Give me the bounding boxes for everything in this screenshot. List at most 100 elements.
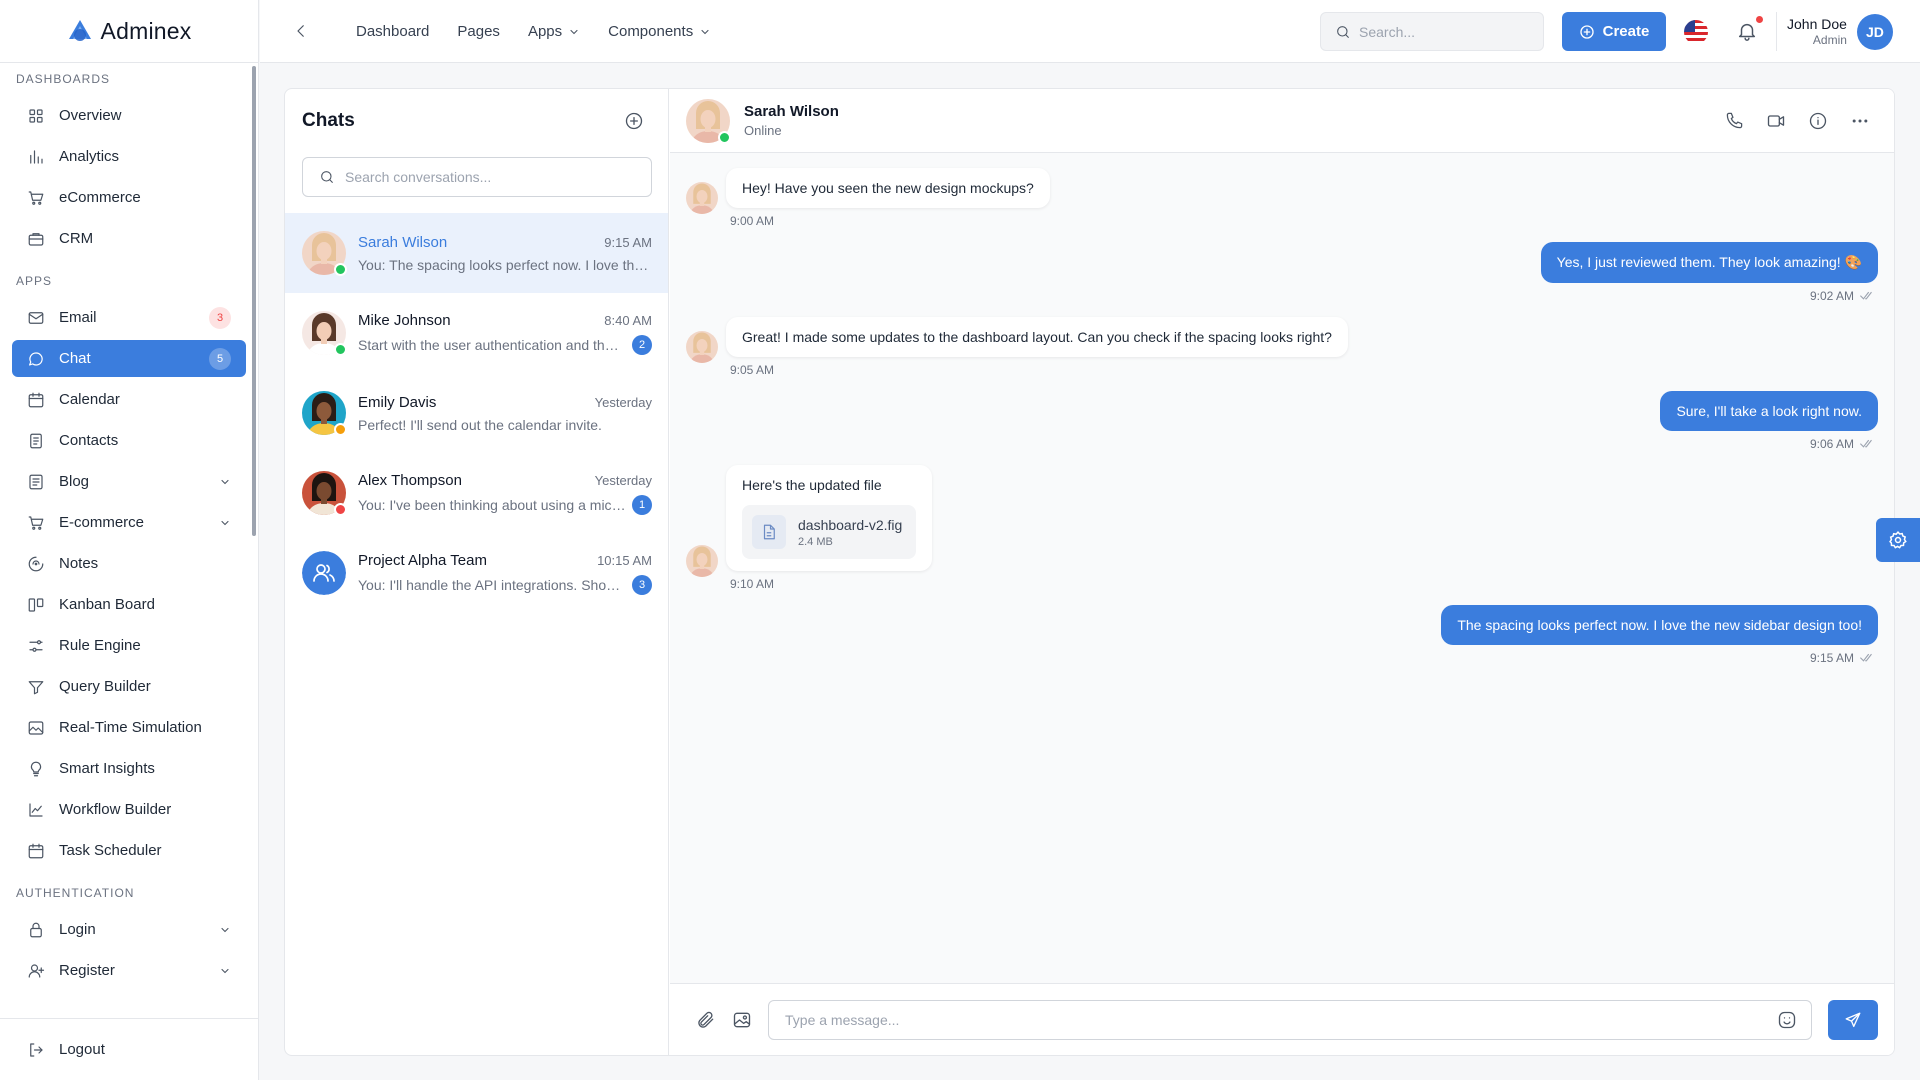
file-attachment[interactable]: dashboard-v2.fig 2.4 MB xyxy=(742,505,917,559)
video-icon[interactable] xyxy=(1766,111,1786,131)
conversation-item[interactable]: Alex Thompson Yesterday You: I've been thi… xyxy=(285,453,668,533)
user-name: John Doe xyxy=(1787,15,1847,32)
sidebar-item-blog[interactable]: Blog xyxy=(12,463,246,500)
paperclip-icon[interactable] xyxy=(696,1010,716,1030)
bell-icon[interactable] xyxy=(1736,20,1758,42)
conversation-item[interactable]: Mike Johnson 8:40 AM Start with the user a… xyxy=(285,293,668,373)
top-nav-pages[interactable]: Pages xyxy=(457,23,500,40)
conversation-time: 10:15 AM xyxy=(597,552,652,568)
conversation-name: Sarah Wilson xyxy=(358,233,448,251)
sidebar-item-smart-insights[interactable]: Smart Insights xyxy=(12,750,246,787)
sidebar-item-query-builder[interactable]: Query Builder xyxy=(12,668,246,705)
sidebar-item-analytics[interactable]: Analytics xyxy=(12,138,246,175)
incoming-message: Hey! Have you seen the new design mockup… xyxy=(686,168,1878,228)
count-badge: 5 xyxy=(209,347,231,370)
sidebar-scrollbar[interactable] xyxy=(252,66,256,536)
chevron-down-icon[interactable] xyxy=(219,924,231,936)
sidebar-item-label: Login xyxy=(59,921,96,938)
conversation-search-input[interactable] xyxy=(345,169,635,185)
message-meta: 9:15 AM xyxy=(1810,651,1878,665)
create-button[interactable]: Create xyxy=(1562,12,1666,51)
message-input[interactable] xyxy=(785,1011,1777,1028)
top-nav-dashboard[interactable]: Dashboard xyxy=(356,23,429,40)
avatar xyxy=(302,391,347,436)
message-thread[interactable]: Hey! Have you seen the new design mockup… xyxy=(670,154,1894,983)
global-search[interactable] xyxy=(1320,12,1544,51)
top-nav-components[interactable]: Components xyxy=(608,23,711,40)
sidebar-item-label: Kanban Board xyxy=(59,596,155,613)
emoji-icon[interactable] xyxy=(1777,1010,1797,1030)
brand[interactable]: Adminex xyxy=(0,0,258,63)
sidebar-item-e-commerce[interactable]: E-commerce xyxy=(12,504,246,541)
contact-status: Online xyxy=(744,123,782,138)
conversation-item[interactable]: Sarah Wilson 9:15 AM You: The spacing look… xyxy=(285,213,668,293)
conversation-actions xyxy=(1725,111,1878,131)
global-search-input[interactable] xyxy=(1359,23,1519,40)
sidebar-item-workflow-builder[interactable]: Workflow Builder xyxy=(12,791,246,828)
settings-button[interactable] xyxy=(1876,518,1920,562)
user-menu[interactable]: John Doe Admin JD xyxy=(1787,12,1893,51)
outgoing-message: Yes, I just reviewed them. They look ama… xyxy=(686,242,1878,303)
conversation-preview: You: I'll handle the API integrations. S… xyxy=(358,576,626,593)
sidebar-item-label: Overview xyxy=(59,107,122,124)
conversation-time: 8:40 AM xyxy=(604,312,652,328)
top-nav-apps[interactable]: Apps xyxy=(528,23,580,40)
conversation-item[interactable]: Emily Davis Yesterday Perfect! I'll send o… xyxy=(285,373,668,453)
sidebar-item-register[interactable]: Register xyxy=(12,952,246,989)
sidebar-item-chat[interactable]: Chat 5 xyxy=(12,340,246,377)
sidebar-item-calendar[interactable]: Calendar xyxy=(12,381,246,418)
sidebar: Adminex Dashboards Overview Analytics eComm… xyxy=(0,0,259,1080)
unread-badge: 3 xyxy=(632,574,652,595)
message-input-box[interactable] xyxy=(768,999,1812,1040)
us-flag-icon[interactable] xyxy=(1684,20,1708,44)
back-chevron-icon[interactable] xyxy=(292,22,310,40)
incoming-message: Great! I made some updates to the dashbo… xyxy=(686,317,1878,377)
conversation-body: Sarah Wilson 9:15 AM You: The spacing look… xyxy=(358,234,652,273)
sidebar-nav[interactable]: Dashboards Overview Analytics eCommerce CRM A… xyxy=(0,63,258,1018)
phone-icon[interactable] xyxy=(1725,111,1744,130)
file-info: dashboard-v2.fig 2.4 MB xyxy=(798,517,902,548)
sidebar-item-crm[interactable]: CRM xyxy=(12,220,246,257)
message-time: 9:06 AM xyxy=(1809,437,1854,451)
chevron-down-icon[interactable] xyxy=(219,517,231,529)
send-button[interactable] xyxy=(1828,999,1878,1040)
file-name: dashboard-v2.fig xyxy=(798,516,903,533)
conversation-header: Sarah Wilson Online xyxy=(670,89,1894,153)
conversation-item[interactable]: Project Alpha Team 10:15 AM You: I'll hand… xyxy=(285,533,668,613)
sidebar-item-rule-engine[interactable]: Rule Engine xyxy=(12,627,246,664)
status-dot xyxy=(718,130,731,144)
contacts-icon xyxy=(27,432,45,450)
message-bubble: Hey! Have you seen the new design mockup… xyxy=(726,168,1050,208)
message-meta: 9:02 AM xyxy=(1810,289,1878,303)
sidebar-item-ecommerce[interactable]: eCommerce xyxy=(12,179,246,216)
message-text: Great! I made some updates to the dashbo… xyxy=(742,329,1332,345)
conversation-search[interactable] xyxy=(302,157,652,197)
chevron-down-icon[interactable] xyxy=(219,965,231,977)
chevron-down-icon xyxy=(699,26,711,38)
conversation-name: Emily Davis xyxy=(358,393,437,411)
info-icon[interactable] xyxy=(1808,111,1828,131)
image-icon[interactable] xyxy=(732,1010,752,1030)
sidebar-item-login[interactable]: Login xyxy=(12,911,246,948)
sidebar-item-task-scheduler[interactable]: Task Scheduler xyxy=(12,832,246,869)
logout-button[interactable]: Logout xyxy=(12,1031,246,1068)
sidebar-item-kanban-board[interactable]: Kanban Board xyxy=(12,586,246,623)
chevron-down-icon[interactable] xyxy=(219,476,231,488)
avatar-image xyxy=(302,551,346,595)
more-dots-icon[interactable] xyxy=(1850,111,1870,131)
conversation-top: Emily Davis Yesterday xyxy=(358,394,652,411)
contact-avatar[interactable] xyxy=(686,98,731,144)
sidebar-item-email[interactable]: Email 3 xyxy=(12,299,246,336)
conversation-list: Sarah Wilson 9:15 AM You: The spacing look… xyxy=(285,213,668,613)
sidebar-item-overview[interactable]: Overview xyxy=(12,97,246,134)
file-icon xyxy=(752,515,786,549)
avatar xyxy=(302,311,347,356)
sidebar-item-real-time-simulation[interactable]: Real-Time Simulation xyxy=(12,709,246,746)
lock-icon xyxy=(27,921,45,939)
chat-icon xyxy=(27,350,45,368)
sidebar-item-notes[interactable]: Notes xyxy=(12,545,246,582)
chat-list-panel: Chats Sarah Wilson 9:15 AM You: The spacin… xyxy=(285,89,669,1055)
new-chat-plus-icon[interactable] xyxy=(624,111,644,131)
sidebar-item-label: eCommerce xyxy=(59,189,141,206)
sidebar-item-contacts[interactable]: Contacts xyxy=(12,422,246,459)
